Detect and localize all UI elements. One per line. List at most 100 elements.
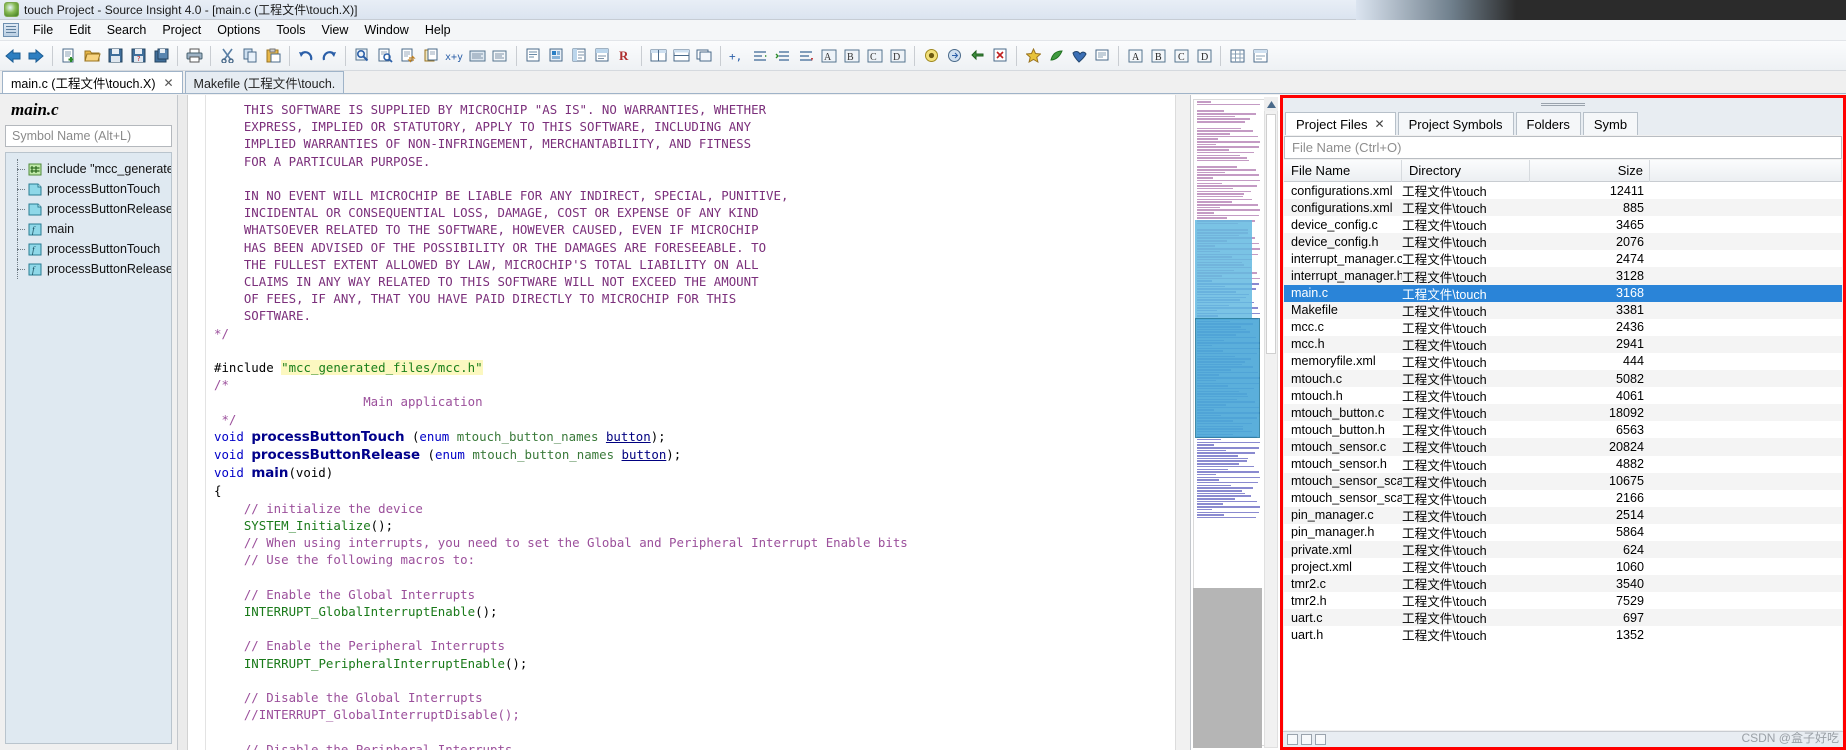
minimap-scrollbar[interactable] [1264, 97, 1278, 748]
relation-window-icon[interactable]: R [614, 44, 636, 68]
save-icon[interactable] [104, 44, 126, 68]
indent-icon[interactable]: A [818, 44, 840, 68]
open-folder-icon[interactable] [81, 44, 103, 68]
project-panel-tab[interactable]: Project Files ✕ [1285, 112, 1396, 135]
find-icon[interactable] [351, 44, 373, 68]
table-row[interactable]: pin_manager.c 工程文件\touch 2514 [1284, 506, 1842, 524]
footer-button-3[interactable] [1315, 734, 1326, 745]
table-row[interactable]: mcc.c 工程文件\touch 2436 [1284, 319, 1842, 336]
close-icon[interactable]: ✕ [1375, 117, 1385, 131]
table-row[interactable]: project.xml 工程文件\touch 1060 [1284, 558, 1842, 576]
table-row[interactable]: interrupt_manager.h 工程文件\touch 3128 [1284, 267, 1842, 285]
find-in-files-icon[interactable] [374, 44, 396, 68]
context-minimap-pane[interactable] [1190, 95, 1280, 750]
letter-c-icon[interactable]: C [1170, 44, 1192, 68]
jump-to-definition-icon[interactable] [522, 44, 544, 68]
horizontal-tile-icon[interactable] [647, 44, 669, 68]
table-row[interactable]: tmr2.h 工程文件\touch 7529 [1284, 592, 1842, 610]
search-backward-icon[interactable] [466, 44, 488, 68]
menu-item-window[interactable]: Window [356, 21, 416, 39]
table-row[interactable]: configurations.xml 工程文件\touch 12411 [1284, 182, 1842, 200]
table-body[interactable]: configurations.xml 工程文件\touch 12411 configu… [1284, 182, 1842, 730]
footer-button-2[interactable] [1301, 734, 1312, 745]
redo-icon[interactable] [318, 44, 340, 68]
symbol-list-item[interactable]: processButtonRelease [6, 199, 171, 219]
menu-item-edit[interactable]: Edit [61, 21, 99, 39]
symbol-list-item[interactable]: processButtonTouch [6, 179, 171, 199]
clear-bookmarks-icon[interactable] [989, 44, 1011, 68]
table-row[interactable]: configurations.xml 工程文件\touch 885 [1284, 199, 1842, 217]
syntax-formatting-icon[interactable] [749, 44, 771, 68]
smart-rename-icon[interactable]: +, [726, 44, 748, 68]
table-row[interactable]: private.xml 工程文件\touch 624 [1284, 540, 1842, 559]
table-row[interactable]: mcc.h 工程文件\touch 2941 [1284, 335, 1842, 353]
doc-tab-main-c[interactable]: main.c (工程文件\touch.X) ✕ [2, 71, 183, 93]
table-row[interactable]: tmr2.c 工程文件\touch 3540 [1284, 575, 1842, 593]
table-row[interactable]: memoryfile.xml 工程文件\touch 444 [1284, 353, 1842, 370]
menu-item-view[interactable]: View [314, 21, 357, 39]
next-bookmark-icon[interactable] [943, 44, 965, 68]
table-row[interactable]: main.c 工程文件\touch 3168 [1284, 284, 1842, 302]
footer-button-1[interactable] [1287, 734, 1298, 745]
editor-vertical-scrollbar[interactable] [1175, 95, 1190, 750]
symbol-list[interactable]: include "mcc_generated_ processButtonTouc… [5, 152, 172, 744]
minimap-scroll-thumb[interactable] [1266, 114, 1276, 354]
lookup-references-icon[interactable]: x+y [443, 44, 465, 68]
forward-arrow-icon[interactable] [25, 44, 47, 68]
cascade-icon[interactable] [693, 44, 715, 68]
table-row[interactable]: pin_manager.h 工程文件\touch 5864 [1284, 524, 1842, 541]
browse-project-symbols-icon[interactable] [545, 44, 567, 68]
prev-bookmark-icon[interactable] [966, 44, 988, 68]
table-row[interactable]: mtouch_button.c 工程文件\touch 18092 [1284, 404, 1842, 422]
bookmark-icon[interactable] [920, 44, 942, 68]
editor-fold-gutter[interactable] [188, 95, 206, 750]
page-icon[interactable] [1249, 44, 1271, 68]
table-row[interactable]: interrupt_manager.c 工程文件\touch 2474 [1284, 250, 1842, 268]
table-row[interactable]: mtouch_sensor.c 工程文件\touch 20824 [1284, 438, 1842, 456]
comment-icon[interactable]: C [864, 44, 886, 68]
uncomment-icon[interactable]: D [887, 44, 909, 68]
project-panel-tab[interactable]: Symb [1582, 112, 1639, 135]
cut-icon[interactable] [216, 44, 238, 68]
undo-icon[interactable] [295, 44, 317, 68]
code-text[interactable]: THIS SOFTWARE IS SUPPLIED BY MICROCHIP "… [206, 95, 1175, 750]
column-header-size[interactable]: Size [1530, 160, 1650, 182]
add-file-icon[interactable] [1045, 44, 1067, 68]
outdent-icon[interactable]: B [841, 44, 863, 68]
letter-b-icon[interactable]: B [1147, 44, 1169, 68]
symbol-list-item[interactable]: f main [6, 219, 171, 239]
panel-drag-grip[interactable] [1283, 98, 1843, 111]
replace-icon[interactable] [397, 44, 419, 68]
letter-a-icon[interactable]: A [1124, 44, 1146, 68]
vertical-tile-icon[interactable] [670, 44, 692, 68]
project-panel-tab[interactable]: Folders [1515, 112, 1581, 135]
letter-d-icon[interactable]: D [1193, 44, 1215, 68]
symbol-name-input[interactable]: Symbol Name (Alt+L) [5, 125, 172, 147]
remove-file-icon[interactable] [1068, 44, 1090, 68]
menu-item-help[interactable]: Help [417, 21, 459, 39]
table-row[interactable]: device_config.h 工程文件\touch 2076 [1284, 233, 1842, 251]
table-row[interactable]: mtouch_sensor.h 工程文件\touch 4882 [1284, 456, 1842, 473]
doc-tab-makefile[interactable]: Makefile (工程文件\touch. [184, 71, 345, 93]
close-file-icon[interactable] [1091, 44, 1113, 68]
column-header-directory[interactable]: Directory [1402, 160, 1530, 182]
print-icon[interactable] [183, 44, 205, 68]
table-row[interactable]: mtouch_sensor_scan 工程文件\touch 2166 [1284, 490, 1842, 507]
copy-icon[interactable] [239, 44, 261, 68]
new-file-icon[interactable] [58, 44, 80, 68]
menu-item-search[interactable]: Search [99, 21, 155, 39]
symbol-list-item[interactable]: f processButtonTouch [6, 239, 171, 259]
menu-item-file[interactable]: File [25, 21, 61, 39]
save-all-icon[interactable] [150, 44, 172, 68]
close-icon[interactable]: ✕ [163, 76, 173, 90]
scroll-up-icon[interactable] [1264, 97, 1278, 111]
symbol-list-item[interactable]: include "mcc_generated_ [6, 159, 171, 179]
context-window-icon[interactable] [591, 44, 613, 68]
sort-icon[interactable] [795, 44, 817, 68]
menu-item-options[interactable]: Options [209, 21, 268, 39]
paste-icon[interactable] [262, 44, 284, 68]
back-arrow-icon[interactable] [2, 44, 24, 68]
menu-item-tools[interactable]: Tools [268, 21, 313, 39]
add-bookmark-icon[interactable] [1022, 44, 1044, 68]
file-name-filter-input[interactable]: File Name (Ctrl+O) [1284, 136, 1842, 159]
